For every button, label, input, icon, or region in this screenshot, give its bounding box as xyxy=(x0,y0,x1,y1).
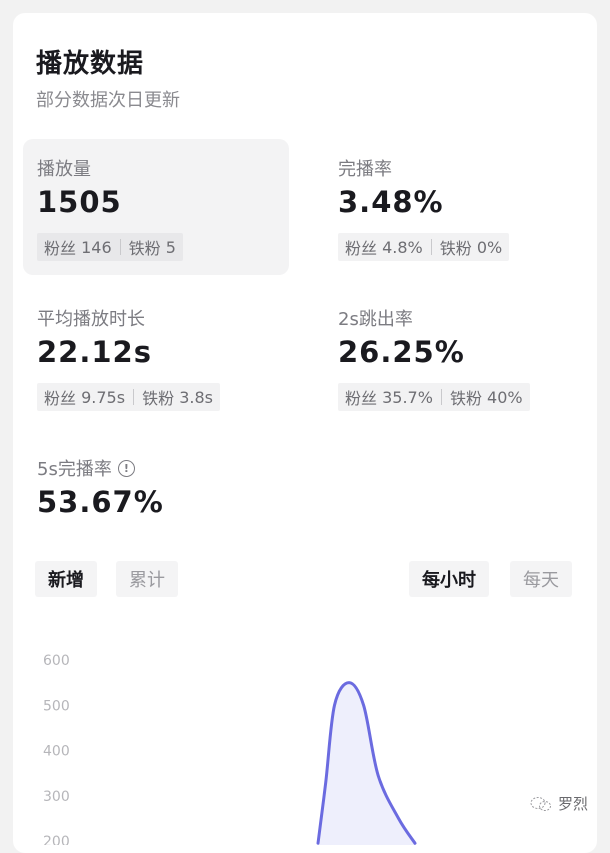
iron-fans-value: 3.8s xyxy=(179,387,213,407)
page-subtitle: 部分数据次日更新 xyxy=(36,90,180,111)
y-tick-label: 200 xyxy=(43,834,70,845)
metric-play-count[interactable]: 播放量 1505 粉丝 146 铁粉 5 xyxy=(23,139,289,275)
y-axis: 600 500 400 300 200 xyxy=(43,653,70,845)
metric-label: 5s完播率 ! xyxy=(37,455,135,481)
plays-area-chart: 600 500 400 300 200 xyxy=(43,653,417,845)
tab-daily[interactable]: 每天 xyxy=(510,561,572,597)
iron-fans-value: 0% xyxy=(476,237,503,257)
metric-5s-completion-rate[interactable]: 5s完播率 ! 53.67% xyxy=(23,439,289,529)
fans-label: 粉丝 xyxy=(345,239,378,258)
metric-avg-play-duration[interactable]: 平均播放时长 22.12s 粉丝 9.75s 铁粉 3.8s xyxy=(23,289,289,425)
tab-cumulative[interactable]: 累计 xyxy=(116,561,178,597)
metric-breakdown: 粉丝 9.75s 铁粉 3.8s xyxy=(37,383,220,411)
watermark-text: 罗烈 xyxy=(558,795,589,813)
y-tick-label: 400 xyxy=(43,744,70,760)
metric-label: 完播率 xyxy=(338,159,392,180)
metric-breakdown: 粉丝 35.7% 铁粉 40% xyxy=(338,383,530,411)
fans-label: 粉丝 xyxy=(44,389,77,408)
watermark: 罗烈 xyxy=(530,793,588,814)
y-tick-label: 600 xyxy=(43,653,70,669)
tab-new[interactable]: 新增 xyxy=(35,561,97,597)
metric-label: 2s跳出率 xyxy=(338,309,413,330)
iron-fans-label: 铁粉 xyxy=(449,389,482,408)
iron-fans-label: 铁粉 xyxy=(128,239,161,258)
metric-value: 53.67% xyxy=(37,485,164,519)
wechat-icon xyxy=(530,796,551,811)
metric-label-text: 5s完播率 xyxy=(37,459,112,480)
metric-label: 平均播放时长 xyxy=(37,309,145,330)
divider xyxy=(119,239,121,255)
page-title: 播放数据 xyxy=(36,49,145,79)
iron-fans-label: 铁粉 xyxy=(142,389,175,408)
metric-completion-rate[interactable]: 完播率 3.48% 粉丝 4.8% 铁粉 0% xyxy=(324,139,590,275)
fans-value: 35.7% xyxy=(382,387,433,407)
fans-value: 9.75s xyxy=(81,387,126,407)
metric-value: 22.12s xyxy=(37,335,152,369)
fans-value: 146 xyxy=(81,237,112,257)
fans-value: 4.8% xyxy=(382,237,423,257)
metric-label: 播放量 xyxy=(37,159,91,180)
divider xyxy=(133,389,135,405)
y-tick-label: 500 xyxy=(43,698,70,714)
fans-label: 粉丝 xyxy=(44,239,77,258)
iron-fans-value: 40% xyxy=(487,387,523,407)
info-circle-icon[interactable]: ! xyxy=(117,459,135,477)
iron-fans-value: 5 xyxy=(165,237,176,257)
metric-breakdown: 粉丝 4.8% 铁粉 0% xyxy=(338,233,510,261)
metric-value: 1505 xyxy=(37,185,122,219)
fans-label: 粉丝 xyxy=(345,389,378,408)
divider xyxy=(430,239,432,255)
iron-fans-label: 铁粉 xyxy=(439,239,472,258)
tab-hourly[interactable]: 每小时 xyxy=(409,561,489,597)
metric-value: 3.48% xyxy=(338,185,444,219)
y-tick-label: 300 xyxy=(43,789,70,805)
divider xyxy=(440,389,442,405)
metric-value: 26.25% xyxy=(338,335,465,369)
metric-breakdown: 粉丝 146 铁粉 5 xyxy=(37,233,183,261)
metric-2s-bounce-rate[interactable]: 2s跳出率 26.25% 粉丝 35.7% 铁粉 40% xyxy=(324,289,590,425)
play-data-card: 播放数据 部分数据次日更新 播放量 1505 粉丝 146 铁粉 5 完播率 3… xyxy=(13,13,597,853)
